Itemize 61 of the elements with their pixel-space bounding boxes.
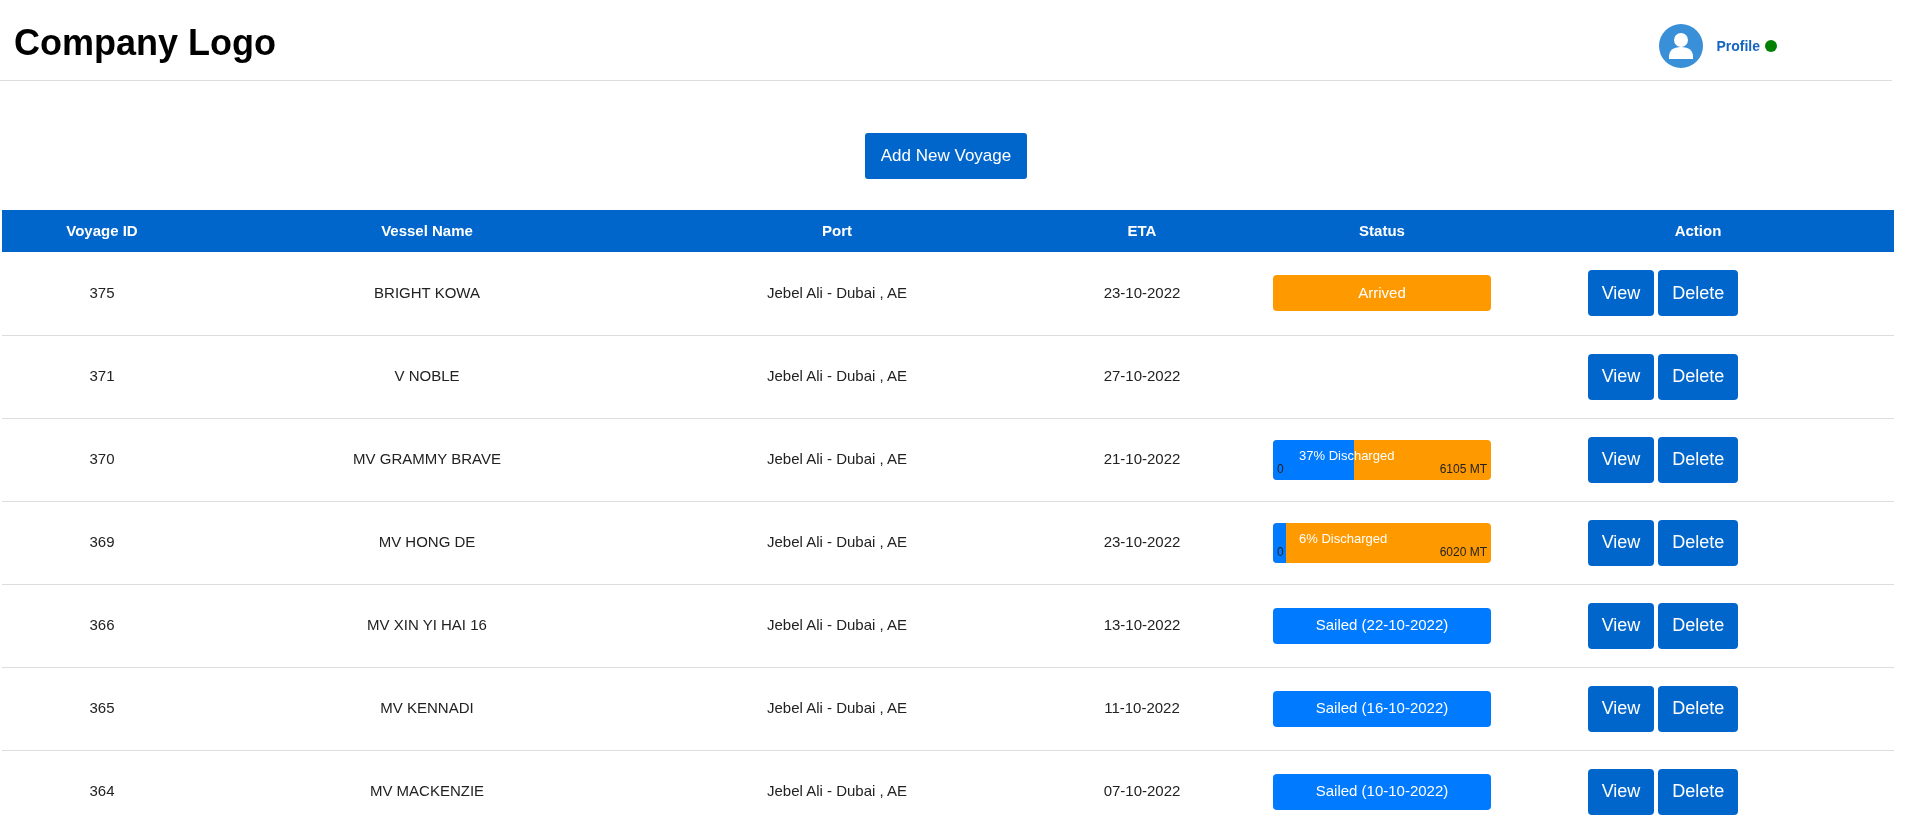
delete-button[interactable]: Delete [1658, 685, 1739, 732]
delete-button[interactable]: Delete [1658, 353, 1739, 400]
table-cell: 371 [2, 335, 202, 418]
table-cell: Jebel Ali - Dubai , AE [652, 418, 1022, 501]
view-button[interactable]: View [1587, 519, 1655, 566]
column-header: Port [652, 210, 1022, 252]
add-voyage-button[interactable]: Add New Voyage [864, 133, 1028, 179]
table-cell: 27-10-2022 [1022, 335, 1262, 418]
user-avatar-icon [1659, 24, 1704, 68]
table-cell: MV GRAMMY BRAVE [202, 418, 652, 501]
status-badge: Sailed (10-10-2022) [1273, 773, 1491, 810]
table-cell: Jebel Ali - Dubai , AE [652, 750, 1022, 826]
table-cell: MV HONG DE [202, 501, 652, 584]
column-header: Voyage ID [2, 210, 202, 252]
delete-button[interactable]: Delete [1658, 270, 1739, 317]
column-header: ETA [1022, 210, 1262, 252]
progress-end: 6020 MT [1439, 543, 1487, 561]
status-badge: Arrived [1273, 275, 1491, 312]
table-cell: Jebel Ali - Dubai , AE [652, 584, 1022, 667]
table-cell: BRIGHT KOWA [202, 252, 652, 335]
table-cell: MV MACKENZIE [202, 750, 652, 826]
view-button[interactable]: View [1587, 436, 1655, 483]
progress-start: 0 [1277, 460, 1284, 478]
view-button[interactable]: View [1587, 602, 1655, 649]
view-button[interactable]: View [1587, 768, 1655, 815]
table-cell: 370 [2, 418, 202, 501]
progress-start: 0 [1277, 543, 1284, 561]
table-cell: 21-10-2022 [1022, 418, 1262, 501]
delete-button[interactable]: Delete [1658, 602, 1739, 649]
table-cell: 375 [2, 252, 202, 335]
table-cell: V NOBLE [202, 335, 652, 418]
table-cell: Jebel Ali - Dubai , AE [652, 335, 1022, 418]
table-cell: MV XIN YI HAI 16 [202, 584, 652, 667]
delete-button[interactable]: Delete [1658, 768, 1739, 815]
table-cell: 23-10-2022 [1022, 252, 1262, 335]
status-badge: Sailed (16-10-2022) [1273, 690, 1491, 727]
delete-button[interactable]: Delete [1658, 436, 1739, 483]
table-cell: Jebel Ali - Dubai , AE [652, 667, 1022, 750]
table-cell: Jebel Ali - Dubai , AE [652, 252, 1022, 335]
progress-label: 6% Discharged [1299, 529, 1388, 548]
table-cell: 369 [2, 501, 202, 584]
view-button[interactable]: View [1587, 270, 1655, 317]
table-cell: 365 [2, 667, 202, 750]
view-button[interactable]: View [1587, 685, 1655, 732]
table-cell: 23-10-2022 [1022, 501, 1262, 584]
table-cell: 366 [2, 584, 202, 667]
delete-button[interactable]: Delete [1658, 519, 1739, 566]
view-button[interactable]: View [1587, 353, 1655, 400]
status-badge: Sailed (22-10-2022) [1273, 607, 1491, 644]
column-header: Vessel Name [202, 210, 652, 252]
table-cell: MV KENNADI [202, 667, 652, 750]
table-cell: 13-10-2022 [1022, 584, 1262, 667]
column-header: Status [1262, 210, 1502, 252]
table-cell: Jebel Ali - Dubai , AE [652, 501, 1022, 584]
profile-link[interactable]: Profile [1716, 35, 1760, 57]
logo-text: Company Logo [14, 21, 276, 65]
table-cell: 364 [2, 750, 202, 826]
progress-end: 6105 MT [1439, 460, 1487, 478]
table-cell: 11-10-2022 [1022, 667, 1262, 750]
table-cell: 07-10-2022 [1022, 750, 1262, 826]
column-header: Action [1502, 210, 1894, 252]
